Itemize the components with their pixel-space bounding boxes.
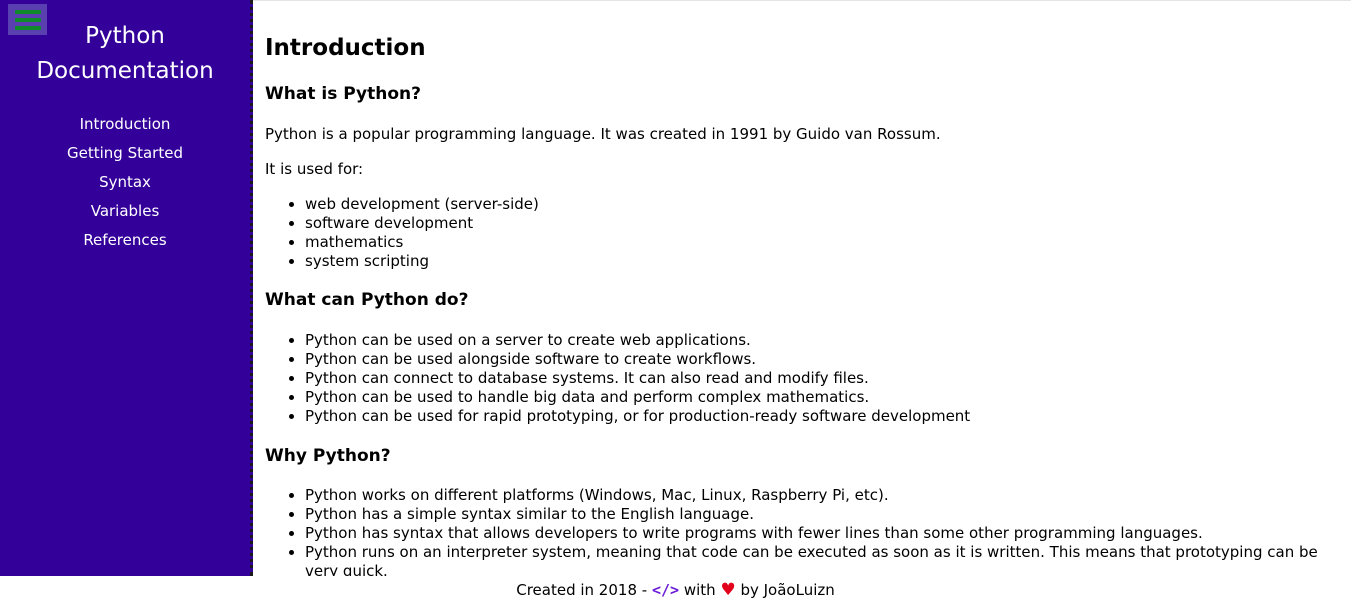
list-item: Python can be used on a server to create… xyxy=(305,331,1329,350)
list-item: Python has syntax that allows developers… xyxy=(305,524,1329,543)
code-icon: </> xyxy=(651,581,680,599)
list-item: Python can be used for rapid prototyping… xyxy=(305,407,1329,426)
list-item: system scripting xyxy=(305,252,1329,271)
footer: Created in 2018 - </> with ♥ by JoãoLuiz… xyxy=(0,576,1351,605)
why-list: Python works on different platforms (Win… xyxy=(265,486,1329,576)
main-content[interactable]: Introduction What is Python? Python is a… xyxy=(253,0,1351,576)
what-can-list: Python can be used on a server to create… xyxy=(265,331,1329,426)
sidebar: Python Documentation Introduction Gettin… xyxy=(0,0,253,576)
nav-link-introduction[interactable]: Introduction xyxy=(0,110,250,139)
list-item: Python can connect to database systems. … xyxy=(305,369,1329,388)
sidebar-nav: Introduction Getting Started Syntax Vari… xyxy=(0,110,250,255)
section-heading-what-can: What can Python do? xyxy=(265,290,469,310)
sidebar-title: Python Documentation xyxy=(0,19,250,89)
nav-link-getting-started[interactable]: Getting Started xyxy=(0,139,250,168)
heart-icon: ♥ xyxy=(720,580,736,600)
intro-paragraph: Python is a popular programming language… xyxy=(265,125,941,143)
nav-link-references[interactable]: References xyxy=(0,226,250,255)
sidebar-title-line1: Python xyxy=(85,23,165,49)
footer-created-text: Created in 2018 - xyxy=(516,581,648,599)
footer-with-text: with xyxy=(683,581,716,599)
used-for-list: web development (server-side) software d… xyxy=(265,195,1329,271)
page-title: Introduction xyxy=(265,35,426,61)
list-item: Python has a simple syntax similar to th… xyxy=(305,505,1329,524)
list-item: Python runs on an interpreter system, me… xyxy=(305,543,1329,576)
used-for-paragraph: It is used for: xyxy=(265,160,364,178)
list-item: Python can be used alongside software to… xyxy=(305,350,1329,369)
nav-link-syntax[interactable]: Syntax xyxy=(0,168,250,197)
list-item: Python works on different platforms (Win… xyxy=(305,486,1329,505)
list-item: software development xyxy=(305,214,1329,233)
hamburger-icon-bar xyxy=(14,9,41,14)
list-item: Python can be used to handle big data an… xyxy=(305,388,1329,407)
section-heading-what-is: What is Python? xyxy=(265,84,421,104)
section-heading-why: Why Python? xyxy=(265,446,391,466)
nav-link-variables[interactable]: Variables xyxy=(0,197,250,226)
list-item: web development (server-side) xyxy=(305,195,1329,214)
sidebar-title-line2: Documentation xyxy=(36,58,214,84)
list-item: mathematics xyxy=(305,233,1329,252)
footer-author-text: by JoãoLuizn xyxy=(740,581,835,599)
